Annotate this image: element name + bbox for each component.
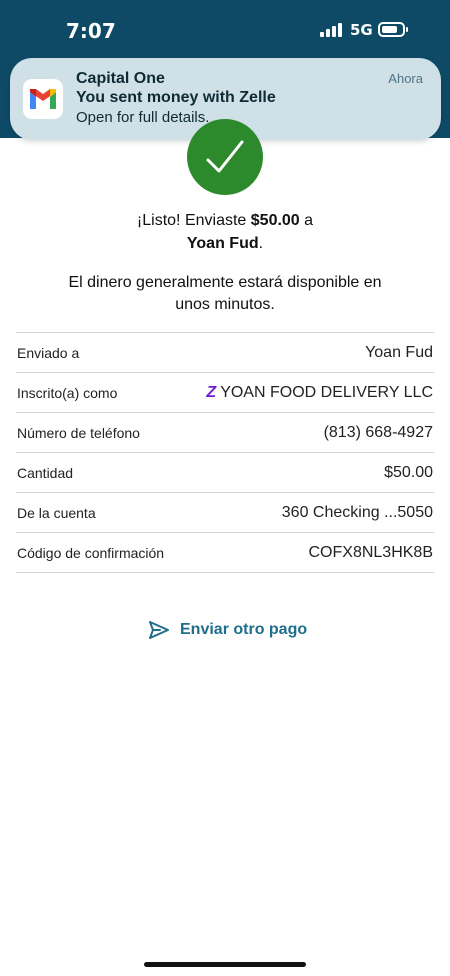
payment-details: Enviado a Yoan Fud Inscrito(a) como Z YOA…	[16, 332, 434, 573]
notification-body: Open for full details.	[76, 109, 210, 126]
network-type: 5G	[350, 21, 373, 39]
confirmation-suffix: a	[304, 212, 314, 229]
notification-title: You sent money with Zelle	[76, 89, 276, 106]
confirmation-prefix: ¡Listo! Enviaste	[136, 212, 247, 229]
detail-value: Yoan Fud	[365, 344, 433, 361]
send-another-payment-label: Enviar otro pago	[180, 621, 308, 638]
detail-value: COFX8NL3HK8B	[308, 544, 434, 561]
confirmation-recipient: Yoan Fud	[186, 235, 259, 252]
detail-label: Enviado a	[17, 345, 80, 361]
detail-row-enrolled-as: Inscrito(a) como Z YOAN FOOD DELIVERY LLC	[16, 373, 434, 413]
detail-label: Código de confirmación	[17, 545, 165, 561]
confirmation-recipient-line: Yoan Fud.	[0, 235, 450, 253]
confirmation-message: ¡Listo! Enviaste $50.00 a	[0, 212, 450, 230]
detail-label: Número de teléfono	[17, 425, 140, 441]
signal-icon	[320, 23, 342, 37]
confirmation-amount: $50.00	[250, 212, 300, 229]
detail-value: $50.00	[384, 464, 433, 481]
zelle-icon: Z	[206, 384, 217, 401]
send-icon	[149, 621, 169, 639]
detail-value: 360 Checking ...5050	[281, 504, 433, 521]
confirmation-period: .	[258, 235, 264, 252]
detail-label: De la cuenta	[17, 505, 96, 521]
detail-label: Cantidad	[17, 465, 74, 481]
detail-value-wrapper: Z YOAN FOOD DELIVERY LLC	[206, 384, 433, 402]
detail-row-amount: Cantidad $50.00	[16, 453, 434, 493]
detail-row-phone: Número de teléfono (813) 668-4927	[16, 413, 434, 453]
detail-label: Inscrito(a) como	[17, 385, 118, 401]
success-check-icon	[187, 119, 263, 195]
detail-value: (813) 668-4927	[323, 424, 433, 441]
gmail-icon	[23, 79, 63, 119]
detail-row-confirmation-code: Código de confirmación COFX8NL3HK8B	[16, 533, 434, 573]
status-bar: 7:07 5G	[0, 0, 450, 60]
detail-row-account: De la cuenta 360 Checking ...5050	[16, 493, 434, 533]
notification-app: Capital One	[76, 70, 165, 87]
detail-row-sent-to: Enviado a Yoan Fud	[16, 333, 434, 373]
battery-icon	[378, 22, 408, 37]
send-another-payment-button[interactable]: Enviar otro pago	[148, 620, 307, 640]
home-indicator[interactable]	[144, 962, 306, 967]
status-time: 7:07	[66, 19, 116, 43]
detail-value: YOAN FOOD DELIVERY LLC	[220, 384, 433, 401]
availability-note: El dinero generalmente estará disponible…	[68, 274, 382, 313]
notification-time: Ahora	[388, 71, 423, 86]
